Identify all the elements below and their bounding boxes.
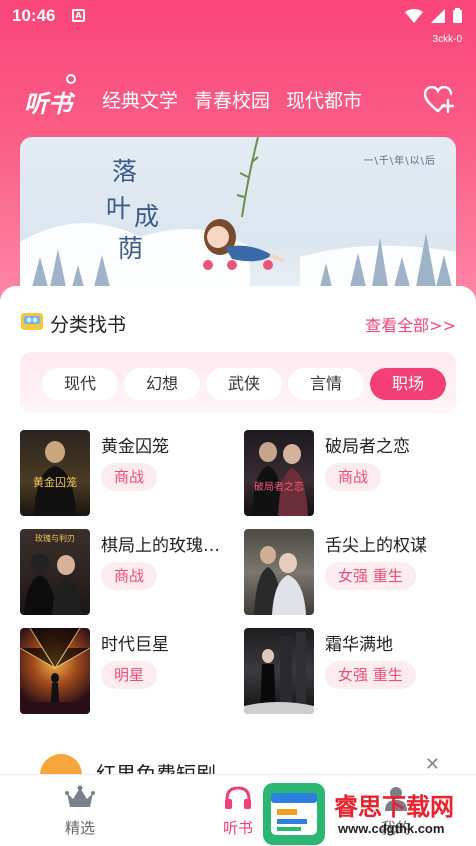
watermark-logo xyxy=(263,783,325,845)
book-cover xyxy=(244,529,314,615)
book-card[interactable]: 破局者之恋 破局者之恋 商战 xyxy=(244,430,464,516)
banner-subtitle: 一\千\年\以\后 xyxy=(363,156,436,167)
logo-decoration xyxy=(66,74,76,84)
nav-label: 精选 xyxy=(64,819,95,837)
nav-item-featured[interactable]: 精选 xyxy=(40,785,120,838)
status-icons xyxy=(405,8,462,23)
book-title: 时代巨星 xyxy=(101,635,169,655)
battery-icon xyxy=(453,8,462,23)
heart-plus-icon[interactable] xyxy=(424,86,454,114)
banner-title-char-3: 成 xyxy=(134,202,160,231)
cover-art: 黄金囚笼 xyxy=(33,441,77,516)
chip-fantasy[interactable]: 幻想 xyxy=(124,368,200,400)
status-bar: 10:46 A 3ckk-0 xyxy=(0,0,476,45)
book-tag: 商战 xyxy=(101,562,158,590)
section-title: 分类找书 xyxy=(50,314,127,336)
cover-art: 破局者之恋 xyxy=(252,442,308,516)
banner-title-char-1: 落 xyxy=(112,157,138,186)
view-all-link[interactable]: 查看全部>> xyxy=(365,312,456,336)
banner-title-char-2: 叶 xyxy=(106,194,132,223)
book-title: 破局者之恋 xyxy=(325,437,410,457)
cover-title: 黄金囚笼 xyxy=(33,475,77,489)
cover-art xyxy=(244,632,314,714)
content-sheet: 分类找书 查看全部>> 现代 幻想 武侠 言情 职场 黄金囚笼 黄金囚笼 商战 xyxy=(0,286,476,846)
book-card[interactable]: 黄金囚笼 黄金囚笼 商战 xyxy=(20,430,240,516)
bottom-nav: 精选 听书 我的 睿思下载网 www.cdgthk.com xyxy=(0,774,476,846)
crown-icon xyxy=(65,785,95,807)
book-title: 黄金囚笼 xyxy=(101,437,169,457)
notification-icon: A xyxy=(72,9,85,22)
chip-wuxia[interactable]: 武侠 xyxy=(206,368,282,400)
book-tag: 明星 xyxy=(101,661,158,689)
book-tag: 商战 xyxy=(325,463,382,491)
book-cover: 破局者之恋 xyxy=(244,430,314,516)
chevron-icon[interactable]: ✕ xyxy=(425,754,440,775)
book-cover xyxy=(244,628,314,714)
book-cover: 玫瑰与利刃 xyxy=(20,529,90,615)
device-id: 3ckk-0 xyxy=(432,34,462,45)
chip-workplace[interactable]: 职场 xyxy=(370,368,446,400)
cover-art: 玫瑰与利刃 xyxy=(24,533,82,615)
tab-youth-campus[interactable]: 青春校园 xyxy=(194,86,270,113)
book-tag: 商战 xyxy=(101,463,158,491)
tab-modern-city[interactable]: 现代都市 xyxy=(286,86,362,113)
book-cover: 黄金囚笼 xyxy=(20,430,90,516)
book-title: 霜华满地 xyxy=(325,635,393,655)
book-emoji-icon xyxy=(21,313,43,330)
book-card[interactable]: 舌尖上的权谋 女强 重生 xyxy=(244,529,464,615)
chip-romance[interactable]: 言情 xyxy=(288,368,364,400)
category-filter: 现代 幻想 武侠 言情 职场 xyxy=(20,352,456,414)
watermark-url: www.cdgthk.com xyxy=(338,821,445,836)
category-section-header: 分类找书 查看全部>> xyxy=(20,308,456,336)
headphones-icon xyxy=(225,786,251,809)
book-title: 棋局上的玫瑰… xyxy=(101,536,220,556)
chip-modern[interactable]: 现代 xyxy=(42,368,118,400)
watermark-text: 睿思下载网 xyxy=(334,793,454,821)
app-logo: 听书 xyxy=(24,89,72,118)
cover-art xyxy=(20,628,90,714)
book-tag: 女强 重生 xyxy=(325,661,416,689)
cover-art xyxy=(254,546,306,615)
header: 10:46 A 3ckk-0 听书 经典文学 青春校园 现代都市 落 叶 成 荫… xyxy=(0,0,476,312)
book-card[interactable]: 时代巨星 明星 xyxy=(20,628,240,714)
book-cover xyxy=(20,628,90,714)
top-tabs: 经典文学 青春校园 现代都市 xyxy=(102,86,362,113)
tab-classic-literature[interactable]: 经典文学 xyxy=(102,86,178,113)
book-card[interactable]: 霜华满地 女强 重生 xyxy=(244,628,464,714)
book-card[interactable]: 玫瑰与利刃 棋局上的玫瑰… 商战 xyxy=(20,529,240,615)
wifi-icon xyxy=(405,8,423,23)
cover-title: 破局者之恋 xyxy=(254,480,304,493)
banner-title-char-4: 荫 xyxy=(118,234,144,263)
book-title: 舌尖上的权谋 xyxy=(325,536,427,556)
app-window-icon xyxy=(271,793,317,835)
signal-icon xyxy=(431,8,445,23)
cover-title: 玫瑰与利刃 xyxy=(35,533,75,543)
book-tag: 女强 重生 xyxy=(325,562,416,590)
status-time: 10:46 xyxy=(12,6,56,25)
